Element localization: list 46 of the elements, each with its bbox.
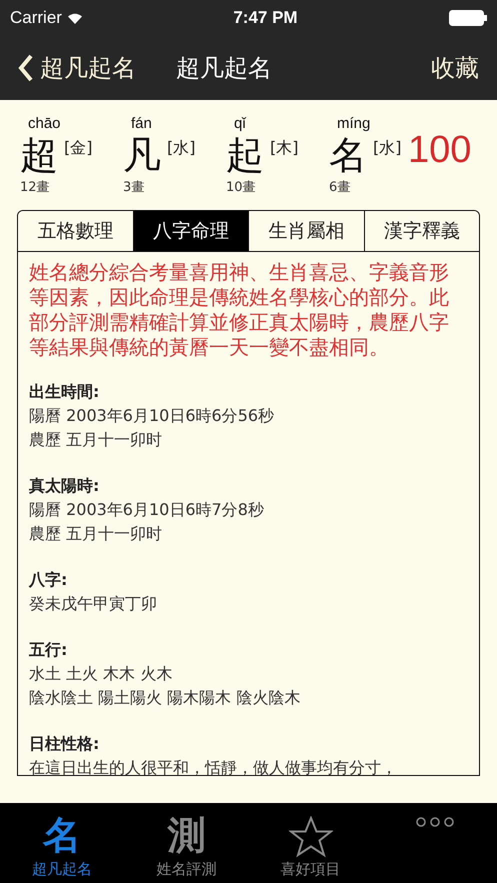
stroke-count: 10畫 xyxy=(226,179,257,196)
pinyin: fán xyxy=(130,115,153,132)
clock: 7:47 PM xyxy=(233,8,298,28)
name-character: 名 xyxy=(329,132,367,178)
tab-bar-item[interactable]: 喜好項目 xyxy=(248,803,373,883)
element-label: [水] xyxy=(167,137,196,159)
section-heading: 出生時間: xyxy=(29,381,100,403)
element-label: [水] xyxy=(373,137,402,159)
name-character: 凡 xyxy=(123,132,161,178)
section-line: 陰水陰土 陽土陽火 陽木陽木 陰火陰木 xyxy=(29,687,302,709)
section-line: 農歷 五月十一卯时 xyxy=(29,429,164,451)
tab-bar-item[interactable]: 名 超凡起名 xyxy=(0,803,124,883)
glyph-icon: 測 xyxy=(163,812,210,858)
section-line: 陽曆 2003年6月10日6時7分8秒 xyxy=(29,499,265,521)
pinyin: chāo xyxy=(27,115,62,132)
carrier-label: Carrier xyxy=(10,8,62,28)
stroke-count: 3畫 xyxy=(123,179,146,196)
section-line: 陽曆 2003年6月10日6時6分56秒 xyxy=(29,405,276,427)
battery-icon xyxy=(448,10,487,26)
segment-tab[interactable]: 八字命理 xyxy=(132,211,248,251)
element-label: [金] xyxy=(64,137,92,159)
back-button[interactable]: 超凡起名 xyxy=(18,52,136,84)
favorite-button[interactable]: 收藏 xyxy=(431,52,479,84)
section-line: 農歷 五月十一卯时 xyxy=(29,523,164,545)
section-heading: 八字: xyxy=(29,569,68,591)
element-label: [木] xyxy=(270,137,298,159)
intro-paragraph: 姓名總分綜合考量喜用神、生肖喜忌、字義音形等因素，因此命理是傳統姓名學核心的部分。此部分評測需精確計算並修正真太陽時，農歷八字等結果與傳統的黃曆一天一變不盡相同。 xyxy=(29,260,450,360)
back-chevron-icon xyxy=(18,54,34,82)
pinyin: qǐ xyxy=(233,115,248,132)
section-heading: 真太陽時: xyxy=(29,475,100,497)
section-heading: 五行: xyxy=(29,639,68,661)
nav-title: 超凡起名 xyxy=(176,53,273,84)
stroke-count: 6畫 xyxy=(329,179,352,196)
tab-bar-item[interactable]: 測 姓名評測 xyxy=(124,803,248,883)
name-character: 超 xyxy=(20,132,58,178)
section-heading: 日柱性格: xyxy=(29,733,100,755)
section-line: 癸未戊午甲寅丁卯 xyxy=(29,593,158,615)
segment-tab[interactable]: 漢字釋義 xyxy=(364,211,479,251)
wifi-icon xyxy=(68,12,82,24)
section-line: 水土 土火 木木 火木 xyxy=(29,663,174,685)
name-score: 100 xyxy=(408,128,472,172)
pinyin: míng xyxy=(336,115,372,132)
stroke-count: 12畫 xyxy=(20,179,51,196)
name-character: 起 xyxy=(226,132,264,178)
back-label: 超凡起名 xyxy=(40,53,136,84)
glyph-icon: 名 xyxy=(39,812,86,858)
